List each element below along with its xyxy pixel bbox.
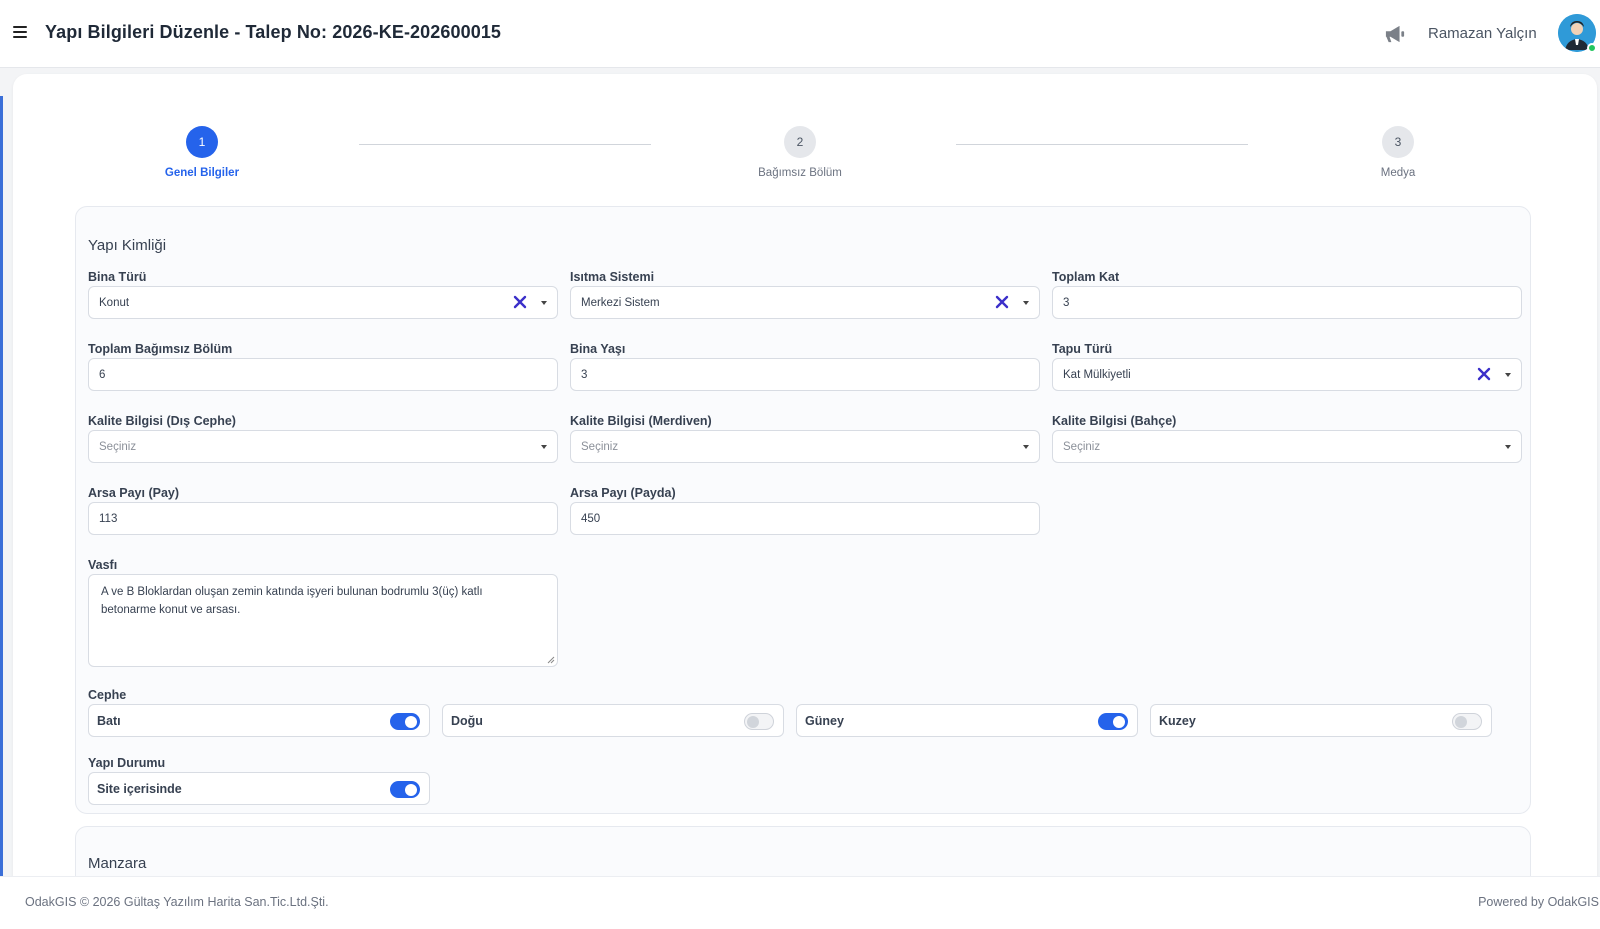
toggle-switch[interactable] <box>1452 713 1482 730</box>
toggle-knob <box>405 783 417 796</box>
chevron-down-icon[interactable] <box>1023 445 1029 449</box>
toggle-switch[interactable] <box>744 713 774 730</box>
clear-icon[interactable] <box>1476 366 1492 382</box>
vasfi-text-line: A ve B Bloklardan oluşan zemin katında i… <box>101 586 483 598</box>
kalite-bahce-label: Kalite Bilgisi (Bahçe) <box>1052 414 1177 428</box>
step-number[interactable]: 1 <box>186 126 218 158</box>
kalite-dis-cephe-label: Kalite Bilgisi (Dış Cephe) <box>88 414 236 428</box>
kalite-merdiven-placeholder: Seçiniz <box>581 440 619 453</box>
cephe-option-bati[interactable]: Batı <box>88 704 430 737</box>
bina-yasi-input[interactable]: 3 <box>570 358 1040 391</box>
yapi-durumu-option-site[interactable]: Site içerisinde <box>88 772 430 805</box>
user-name[interactable]: Ramazan Yalçın <box>1428 25 1537 42</box>
step-number[interactable]: 3 <box>1382 126 1414 158</box>
vasfi-label: Vasfı <box>88 558 118 572</box>
step-medya[interactable]: 3 Medya <box>1328 126 1468 179</box>
chevron-down-icon[interactable] <box>1023 301 1029 305</box>
megaphone-icon[interactable] <box>1384 24 1406 44</box>
toplam-bagimsiz-bolum-value: 6 <box>99 368 106 381</box>
yapi-durumu-label: Yapı Durumu <box>88 756 166 770</box>
footer: OdakGIS © 2026 Gültaş Yazılım Harita San… <box>0 876 1600 929</box>
chevron-down-icon[interactable] <box>541 445 547 449</box>
arsa-payi-pay-input[interactable]: 113 <box>88 502 558 535</box>
kalite-merdiven-select[interactable]: Seçiniz <box>570 430 1040 463</box>
yapi-kimligi-section: Yapı Kimliği Bina Türü Konut Isıtma Sist… <box>75 206 1531 814</box>
toggle-knob <box>405 715 417 728</box>
toplam-bagimsiz-bolum-input[interactable]: 6 <box>88 358 558 391</box>
toggle-knob <box>747 715 759 728</box>
toggle-label: Kuzey <box>1159 713 1196 728</box>
bina-turu-value: Konut <box>99 296 130 309</box>
top-bar: Yapı Bilgileri Düzenle - Talep No: 2026-… <box>0 0 1600 68</box>
clear-icon[interactable] <box>512 294 528 310</box>
bina-yasi-label: Bina Yaşı <box>570 342 626 356</box>
step-label: Genel Bilgiler <box>164 167 240 179</box>
toggle-switch[interactable] <box>390 781 420 798</box>
tapu-turu-label: Tapu Türü <box>1052 342 1113 356</box>
chevron-down-icon[interactable] <box>1505 373 1511 377</box>
arsa-payi-payda-input[interactable]: 450 <box>570 502 1040 535</box>
chevron-down-icon[interactable] <box>541 301 547 305</box>
step-connector <box>956 144 1248 145</box>
toplam-kat-input[interactable]: 3 <box>1052 286 1522 319</box>
chevron-down-icon[interactable] <box>1505 445 1511 449</box>
menu-icon[interactable] <box>13 26 27 38</box>
cephe-option-kuzey[interactable]: Kuzey <box>1150 704 1492 737</box>
arsa-payi-pay-value: 113 <box>99 512 118 525</box>
section-title: Manzara <box>88 855 147 872</box>
toggle-knob <box>1113 715 1125 728</box>
toggle-label: Batı <box>97 713 121 728</box>
tapu-turu-select[interactable]: Kat Mülkiyetli <box>1052 358 1522 391</box>
page-title: Yapı Bilgileri Düzenle - Talep No: 2026-… <box>45 22 502 42</box>
vasfi-textarea[interactable]: A ve B Bloklardan oluşan zemin katında i… <box>88 574 558 667</box>
vasfi-text-line: betonarme konut ve arsası. <box>101 604 241 616</box>
toggle-label: Doğu <box>451 713 483 728</box>
step-genel-bilgiler[interactable]: 1 Genel Bilgiler <box>132 126 272 179</box>
toggle-knob <box>1455 715 1467 728</box>
toplam-kat-label: Toplam Kat <box>1052 270 1120 284</box>
bina-turu-select[interactable]: Konut <box>88 286 558 319</box>
kalite-bahce-select[interactable]: Seçiniz <box>1052 430 1522 463</box>
toplam-bagimsiz-bolum-label: Toplam Bağımsız Bölüm <box>88 342 233 356</box>
clear-icon[interactable] <box>994 294 1010 310</box>
toggle-label: Site içerisinde <box>97 781 182 796</box>
toplam-kat-value: 3 <box>1063 296 1070 309</box>
kalite-merdiven-label: Kalite Bilgisi (Merdiven) <box>570 414 712 428</box>
step-connector <box>359 144 651 145</box>
step-label: Medya <box>1380 167 1416 179</box>
bina-turu-label: Bina Türü <box>88 270 147 284</box>
arsa-payi-payda-label: Arsa Payı (Payda) <box>570 486 676 500</box>
isitma-sistemi-select[interactable]: Merkezi Sistem <box>570 286 1040 319</box>
kalite-bahce-placeholder: Seçiniz <box>1063 440 1101 453</box>
footer-powered-by: Powered by OdakGIS <box>1478 895 1599 909</box>
cephe-label: Cephe <box>88 688 127 702</box>
toggle-switch[interactable] <box>390 713 420 730</box>
main-card: 1 Genel Bilgiler 2 Bağımsız Bölüm 3 Medy… <box>13 74 1597 894</box>
step-bagimsiz-bolum[interactable]: 2 Bağımsız Bölüm <box>730 126 870 179</box>
resize-grip-icon[interactable] <box>547 656 555 664</box>
bina-yasi-value: 3 <box>581 368 588 381</box>
isitma-sistemi-label: Isıtma Sistemi <box>570 270 655 284</box>
cephe-option-dogu[interactable]: Doğu <box>442 704 784 737</box>
section-title: Yapı Kimliği <box>88 237 167 254</box>
footer-copyright: OdakGIS © 2026 Gültaş Yazılım Harita San… <box>25 895 329 909</box>
online-status-dot <box>1587 43 1597 53</box>
left-accent-bar <box>0 96 3 876</box>
kalite-dis-cephe-placeholder: Seçiniz <box>99 440 137 453</box>
toggle-switch[interactable] <box>1098 713 1128 730</box>
step-label: Bağımsız Bölüm <box>758 167 842 179</box>
arsa-payi-payda-value: 450 <box>581 512 601 525</box>
isitma-sistemi-value: Merkezi Sistem <box>581 296 660 309</box>
toggle-label: Güney <box>805 713 844 728</box>
tapu-turu-value: Kat Mülkiyetli <box>1063 368 1131 381</box>
step-number[interactable]: 2 <box>784 126 816 158</box>
cephe-option-guney[interactable]: Güney <box>796 704 1138 737</box>
kalite-dis-cephe-select[interactable]: Seçiniz <box>88 430 558 463</box>
arsa-payi-pay-label: Arsa Payı (Pay) <box>88 486 180 500</box>
